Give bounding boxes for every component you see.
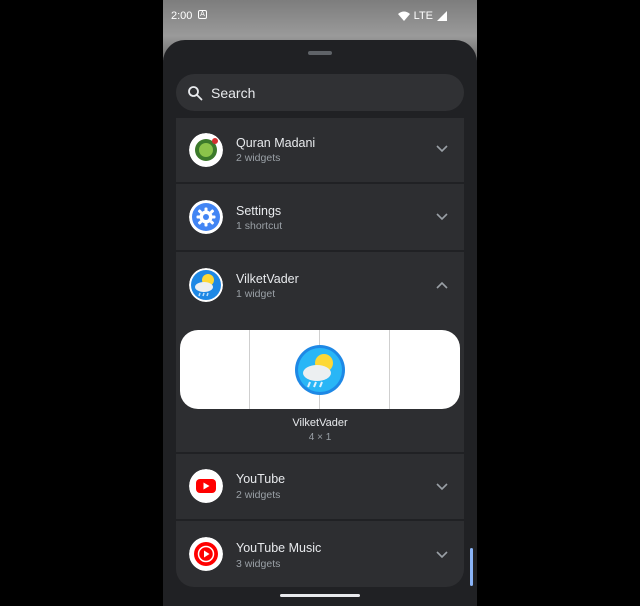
app-widget-count: 2 widgets	[236, 489, 281, 501]
search-bar[interactable]: Search	[176, 74, 464, 111]
settings-gear-icon	[189, 200, 223, 234]
widgets-bottom-sheet: Search Quran Madani 2 widgets Settings 1…	[163, 40, 477, 606]
app-row-youtube[interactable]: YouTube 2 widgets	[176, 454, 464, 519]
status-time: 2:00	[171, 10, 193, 22]
gesture-nav-handle[interactable]	[280, 594, 360, 597]
widget-preview-vilketvader[interactable]	[180, 330, 460, 409]
chevron-down-icon[interactable]	[435, 548, 449, 562]
app-widget-count: 1 shortcut	[236, 220, 283, 232]
app-name: Settings	[236, 204, 282, 218]
search-icon	[188, 85, 203, 100]
chevron-down-icon[interactable]	[435, 210, 449, 224]
phone-screen: 2:00 A LTE Search Quran Madani 2 widgets…	[163, 0, 477, 606]
weather-cloud-sun-icon	[295, 345, 345, 395]
grid-divider	[389, 330, 390, 409]
weather-cloud-sun-icon	[189, 268, 223, 302]
app-row-youtube-music[interactable]: YouTube Music 3 widgets	[176, 521, 464, 587]
app-row-settings[interactable]: Settings 1 shortcut	[176, 184, 464, 250]
chevron-down-icon[interactable]	[435, 480, 449, 494]
chevron-down-icon[interactable]	[435, 142, 449, 156]
app-name: VilketVader	[236, 272, 299, 286]
status-bar: 2:00 A LTE	[163, 0, 477, 32]
notification-icon: A	[198, 10, 207, 19]
network-type: LTE	[413, 10, 433, 22]
app-widget-count: 2 widgets	[236, 152, 281, 164]
wifi-icon	[397, 11, 410, 21]
chevron-up-icon[interactable]	[435, 278, 449, 292]
app-widget-count: 1 widget	[236, 288, 276, 300]
grid-divider	[249, 330, 250, 409]
app-name: YouTube	[236, 472, 286, 486]
widget-size: 4 × 1	[308, 432, 332, 443]
app-name: Quran Madani	[236, 136, 316, 150]
app-name: YouTube Music	[236, 541, 322, 555]
youtube-music-icon	[189, 537, 223, 571]
cell-signal-icon	[437, 11, 447, 21]
app-row-quran-madani[interactable]: Quran Madani 2 widgets	[176, 118, 464, 182]
app-widget-count: 3 widgets	[236, 558, 281, 570]
youtube-icon	[189, 469, 223, 503]
search-placeholder: Search	[211, 84, 256, 101]
widget-name: VilketVader	[292, 417, 348, 429]
drag-handle[interactable]	[308, 51, 332, 55]
scrollbar[interactable]	[470, 548, 473, 586]
quran-madani-icon	[189, 133, 223, 167]
status-icons: LTE	[397, 10, 447, 22]
